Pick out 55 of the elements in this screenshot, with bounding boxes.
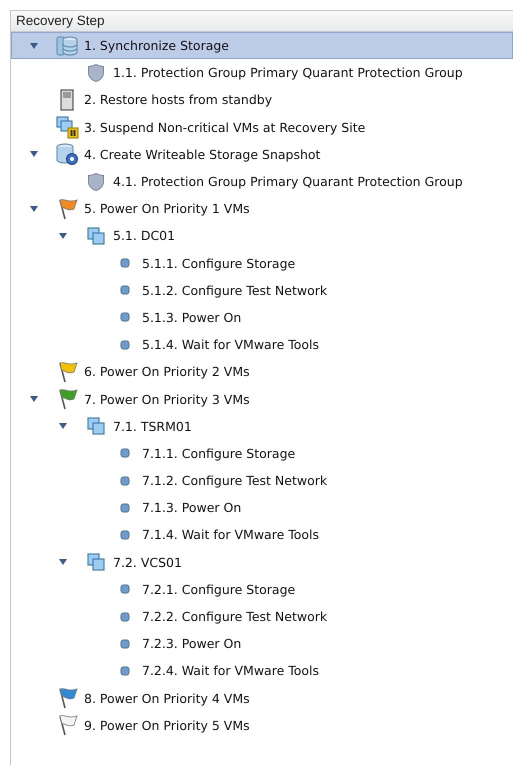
server-icon bbox=[59, 88, 75, 111]
tree-item[interactable]: 8. Power On Priority 4 VMs bbox=[11, 684, 513, 712]
tree-item[interactable]: 7.2.1. Configure Storage bbox=[11, 576, 513, 603]
caret-icon[interactable] bbox=[29, 149, 39, 160]
windows-pause-icon bbox=[55, 115, 79, 140]
bullet-icon bbox=[120, 584, 130, 594]
bullet-icon bbox=[120, 666, 130, 676]
stacked-windows-icon bbox=[86, 226, 106, 246]
tree-item[interactable]: 7.1.1. Configure Storage bbox=[11, 440, 513, 467]
tree-item[interactable]: 7. Power On Priority 3 VMs bbox=[11, 385, 513, 413]
tree-item[interactable]: 3. Suspend Non-critical VMs at Recovery Site bbox=[11, 114, 513, 141]
bullet-icon bbox=[120, 258, 130, 268]
database-icon bbox=[55, 34, 79, 58]
tree-item[interactable]: 7.1. TSRM01 bbox=[11, 412, 513, 440]
tree-item[interactable]: 5. Power On Priority 1 VMs bbox=[11, 195, 513, 222]
tree-item[interactable]: 9. Power On Priority 5 VMs bbox=[11, 712, 513, 739]
caret-icon[interactable] bbox=[29, 40, 39, 51]
tree-item[interactable]: 7.1.3. Power On bbox=[11, 494, 513, 522]
database-gear-icon bbox=[55, 142, 79, 166]
shield-icon bbox=[87, 172, 105, 192]
stacked-windows-icon bbox=[86, 416, 106, 436]
shield-icon bbox=[87, 62, 105, 83]
bullet-icon bbox=[120, 638, 130, 649]
bullet-icon bbox=[120, 312, 130, 322]
tree-item[interactable]: 2. Restore hosts from standby bbox=[11, 86, 513, 114]
caret-icon[interactable] bbox=[58, 230, 68, 241]
caret-icon[interactable] bbox=[29, 204, 39, 214]
bullet-icon bbox=[120, 476, 130, 486]
tree-item[interactable]: 7.2. VCS01 bbox=[11, 548, 513, 576]
tree-item[interactable]: 1.1. Protection Group Primary Quarant Protection Group bbox=[11, 59, 513, 86]
tree-item[interactable]: 5.1.3. Power On bbox=[11, 304, 513, 332]
tree-item[interactable]: 4. Create Writeable Storage Snapshot bbox=[11, 140, 513, 168]
tree-item[interactable]: 6. Power On Priority 2 VMs bbox=[11, 358, 513, 386]
bullet-icon bbox=[120, 448, 130, 458]
tree-item[interactable]: 5.1.2. Configure Test Network bbox=[11, 276, 513, 304]
tree-item[interactable]: 4.1. Protection Group Primary Quarant Protection Group bbox=[11, 168, 513, 196]
tree-item[interactable]: 1. Synchronize Storage bbox=[11, 32, 513, 60]
bullet-icon bbox=[120, 285, 130, 296]
bullet-icon bbox=[120, 612, 130, 622]
column-header[interactable]: Recovery Step bbox=[11, 11, 513, 32]
tree-item[interactable]: 7.2.2. Configure Test Network bbox=[11, 602, 513, 630]
tree-item[interactable]: 5.1.1. Configure Storage bbox=[11, 250, 513, 277]
tree-item[interactable]: 5.1.4. Wait for VMware Tools bbox=[11, 331, 513, 358]
caret-icon[interactable] bbox=[58, 421, 68, 432]
stacked-windows-icon bbox=[86, 552, 106, 572]
tree-item[interactable]: 7.1.2. Configure Test Network bbox=[11, 467, 513, 494]
tree-item[interactable]: 7.1.4. Wait for VMware Tools bbox=[11, 521, 513, 549]
bullet-icon bbox=[120, 502, 130, 513]
tree-item[interactable]: 7.2.4. Wait for VMware Tools bbox=[11, 657, 513, 684]
tree-item[interactable]: 5.1. DC01 bbox=[11, 222, 513, 250]
caret-icon[interactable] bbox=[29, 394, 39, 404]
bullet-icon bbox=[120, 340, 130, 350]
caret-icon[interactable] bbox=[58, 557, 68, 568]
bullet-icon bbox=[120, 530, 130, 540]
tree-item[interactable]: 7.2.3. Power On bbox=[11, 630, 513, 658]
